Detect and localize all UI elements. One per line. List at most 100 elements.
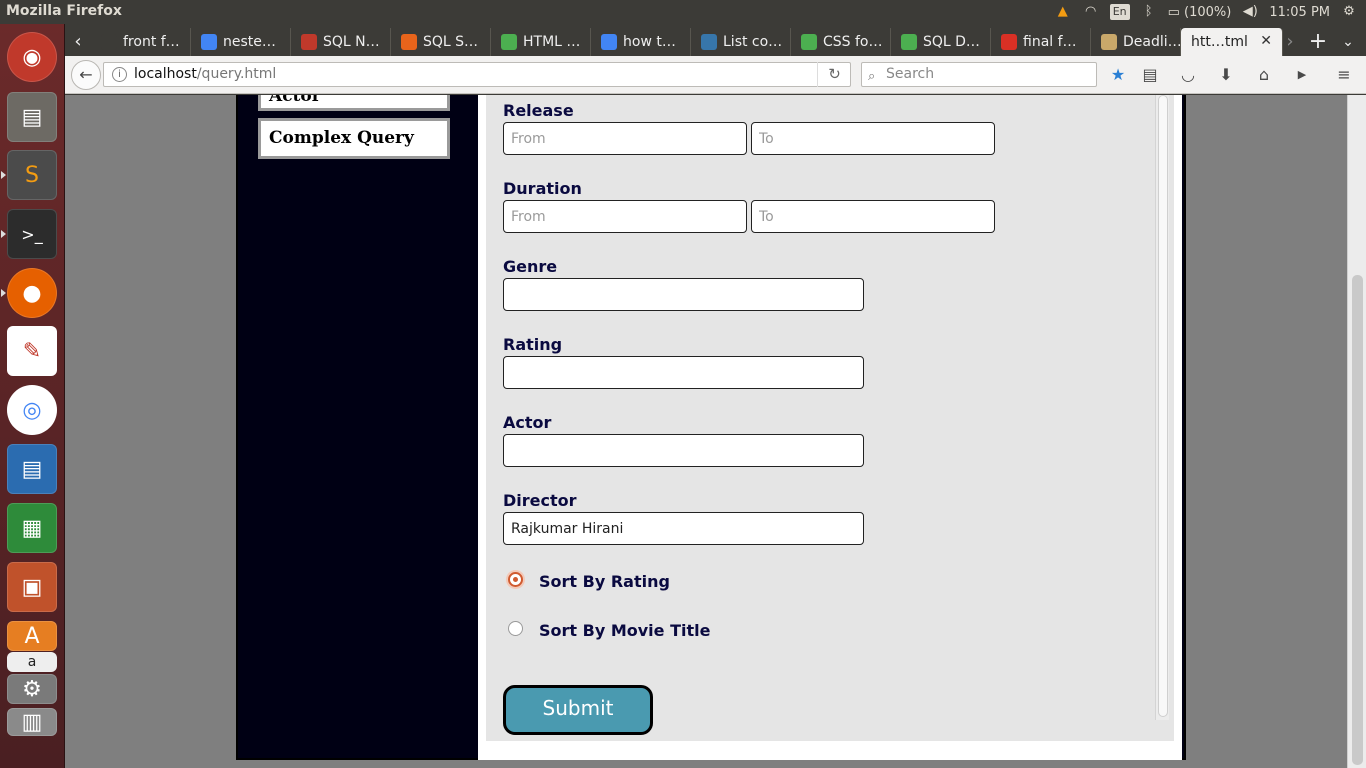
tab[interactable]: SQL S… xyxy=(391,28,491,56)
page-scrollbar-thumb[interactable] xyxy=(1352,275,1363,765)
amazon-icon[interactable]: a xyxy=(7,652,57,672)
tab-label: htt…tml xyxy=(1191,34,1248,50)
software-center-icon[interactable]: A xyxy=(7,621,57,651)
python-icon xyxy=(701,34,717,50)
new-tab-button[interactable]: + xyxy=(1305,28,1331,56)
url-path: /query.html xyxy=(196,66,277,82)
settings-gear-icon[interactable]: ⚙ xyxy=(1340,4,1358,20)
running-indicator xyxy=(1,171,6,179)
volume-icon[interactable]: ◀) xyxy=(1241,4,1259,20)
w3schools-icon xyxy=(901,34,917,50)
tab[interactable]: neste… xyxy=(191,28,291,56)
ubuntu-dash-icon[interactable]: ◉ xyxy=(7,32,57,82)
release-from-input[interactable] xyxy=(503,122,747,155)
actor-label: Actor xyxy=(503,413,552,432)
release-label: Release xyxy=(503,101,574,120)
tab[interactable]: Deadli… xyxy=(1091,28,1181,56)
hackerrank-icon xyxy=(1101,34,1117,50)
downloads-icon[interactable]: ⬇ xyxy=(1215,64,1237,86)
bookmark-star-icon[interactable]: ★ xyxy=(1107,64,1129,86)
tab-label: List co… xyxy=(723,34,783,50)
form-scrollbar-thumb[interactable] xyxy=(1158,95,1168,717)
page-viewport: Actor Complex Query Release Duration Gen… xyxy=(65,95,1366,768)
tab-list-chevron-icon[interactable]: ⌄ xyxy=(1335,28,1361,56)
document-viewer-icon[interactable]: ✎ xyxy=(7,326,57,376)
duration-to-input[interactable] xyxy=(751,200,995,233)
page-scrollbar[interactable] xyxy=(1347,95,1366,768)
tab-label: final f… xyxy=(1023,34,1077,50)
system-top-bar: Mozilla Firefox ▲ ◠ En ᛒ ▭ (100%) ◀) 11:… xyxy=(0,0,1366,24)
genre-input[interactable] xyxy=(503,278,864,311)
search-bar[interactable]: ⌕ Search xyxy=(861,62,1097,87)
site-info-icon[interactable]: i xyxy=(112,67,127,82)
sidebar-item-actor[interactable]: Actor xyxy=(258,95,450,111)
tab[interactable]: List co… xyxy=(691,28,791,56)
duration-from-input[interactable] xyxy=(503,200,747,233)
home-icon[interactable]: ⌂ xyxy=(1253,64,1275,86)
clock[interactable]: 11:05 PM xyxy=(1269,5,1330,20)
reload-icon[interactable]: ↻ xyxy=(817,62,851,87)
system-settings-icon[interactable]: ⚙ xyxy=(7,674,57,704)
sidebar-item-label: Actor xyxy=(269,95,321,106)
close-tab-icon[interactable]: ✕ xyxy=(1260,33,1272,49)
form-scrollbar[interactable] xyxy=(1155,95,1169,720)
keyboard-layout-indicator[interactable]: En xyxy=(1109,4,1130,20)
url-bar[interactable]: i localhost/query.html xyxy=(103,62,851,87)
system-tray: ▲ ◠ En ᛒ ▭ (100%) ◀) 11:05 PM ⚙ xyxy=(1054,0,1366,24)
menu-hamburger-icon[interactable]: ≡ xyxy=(1333,64,1355,86)
running-indicator xyxy=(1,230,6,238)
libreoffice-writer-icon[interactable]: ▤ xyxy=(7,444,57,494)
reading-list-icon[interactable]: ▤ xyxy=(1139,64,1161,86)
tab[interactable]: HTML … xyxy=(491,28,591,56)
tab[interactable]: SQL N… xyxy=(291,28,391,56)
tab-label: front f… xyxy=(123,34,180,50)
rating-input[interactable] xyxy=(503,356,864,389)
tab-label: neste… xyxy=(223,34,276,50)
tab-label: SQL N… xyxy=(323,34,380,50)
terminal-icon[interactable]: >_ xyxy=(7,209,57,259)
trash-icon[interactable]: ▥ xyxy=(7,708,57,736)
back-button[interactable]: ← xyxy=(71,60,101,90)
tab-scroll-left-button[interactable]: ‹ xyxy=(65,28,91,56)
submit-button[interactable]: Submit xyxy=(503,685,653,735)
sort-by-rating-radio[interactable] xyxy=(508,572,523,587)
gmail-icon xyxy=(1001,34,1017,50)
rating-label: Rating xyxy=(503,335,563,354)
firefox-icon[interactable]: ● xyxy=(7,268,57,318)
bluetooth-icon[interactable]: ᛒ xyxy=(1140,4,1158,20)
sublime-text-icon[interactable]: S xyxy=(7,150,57,200)
files-icon[interactable]: ▤ xyxy=(7,92,57,142)
tab-active[interactable]: htt…tml ✕ xyxy=(1181,28,1283,56)
tab[interactable]: CSS fo… xyxy=(791,28,891,56)
search-icon: ⌕ xyxy=(868,69,876,84)
w3schools-icon xyxy=(501,34,517,50)
launcher-dock: ◉ ▤ S >_ ● ✎ ◎ ▤ ▦ ▣ A a ⚙ ▥ xyxy=(0,24,65,768)
sort-by-title-radio[interactable] xyxy=(508,621,523,636)
battery-indicator[interactable]: ▭ (100%) xyxy=(1168,5,1232,20)
tab[interactable]: front f… xyxy=(91,28,191,56)
sort-by-title-label[interactable]: Sort By Movie Title xyxy=(539,621,710,640)
main-content: Release Duration Genre Rating Actor Dire… xyxy=(478,95,1182,760)
libreoffice-impress-icon[interactable]: ▣ xyxy=(7,562,57,612)
query-form: Release Duration Genre Rating Actor Dire… xyxy=(486,95,1174,741)
libreoffice-calc-icon[interactable]: ▦ xyxy=(7,503,57,553)
release-to-input[interactable] xyxy=(751,122,995,155)
tab[interactable]: SQL D… xyxy=(891,28,991,56)
pocket-icon[interactable]: ◡ xyxy=(1177,64,1199,86)
tab-scroll-right-button[interactable]: › xyxy=(1277,28,1303,56)
wifi-icon[interactable]: ◠ xyxy=(1082,4,1100,20)
tab[interactable]: final f… xyxy=(991,28,1091,56)
sort-by-rating-label[interactable]: Sort By Rating xyxy=(539,572,670,591)
sidebar-item-complex-query[interactable]: Complex Query xyxy=(258,118,450,159)
tab[interactable]: how t… xyxy=(591,28,691,56)
youtube-icon[interactable]: ▶ xyxy=(1291,64,1313,86)
tab-label: SQL S… xyxy=(423,34,479,50)
chrome-icon[interactable]: ◎ xyxy=(7,385,57,435)
director-label: Director xyxy=(503,491,577,510)
director-input[interactable] xyxy=(503,512,864,545)
actor-input[interactable] xyxy=(503,434,864,467)
sidebar-item-label: Complex Query xyxy=(269,128,414,148)
vlc-icon[interactable]: ▲ xyxy=(1054,4,1072,20)
tab-label: Deadli… xyxy=(1123,34,1181,50)
tab-label: SQL D… xyxy=(923,34,980,50)
